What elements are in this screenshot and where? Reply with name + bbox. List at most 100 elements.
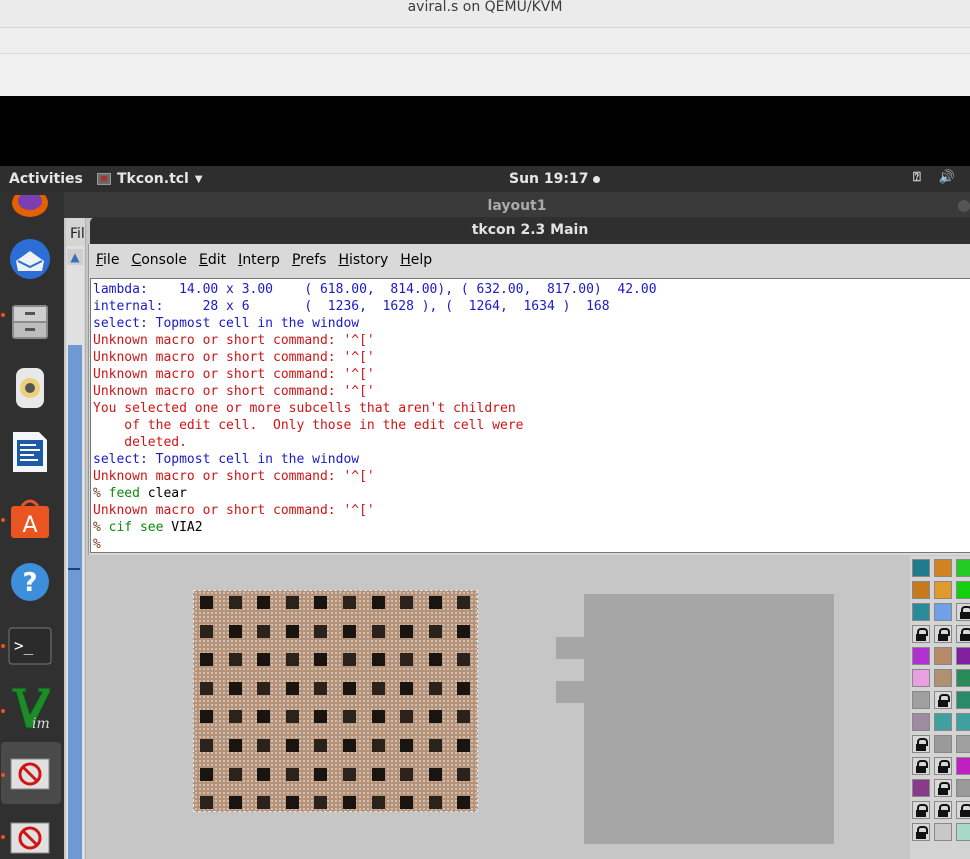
layer-swatch[interactable] (956, 757, 970, 775)
via-contact (343, 653, 356, 667)
layer-swatch[interactable] (956, 691, 970, 709)
via-contact (228, 739, 242, 752)
vim-icon[interactable]: im (8, 686, 52, 732)
terminal-icon[interactable]: >_ (8, 624, 52, 668)
layer-lock-icon[interactable] (956, 625, 970, 643)
layer-lock-icon[interactable] (934, 757, 952, 775)
host-window-title: aviral.s on QEMU/KVM (407, 0, 563, 15)
tkcon-menu-prefs[interactable]: Prefs (286, 249, 333, 273)
system-tray[interactable]: ⍰ 🔊 (913, 170, 955, 185)
tkcon-menu-file[interactable]: File (90, 249, 125, 273)
layer-lock-icon[interactable] (956, 801, 970, 819)
layer-lock-icon[interactable] (934, 779, 952, 797)
via-contact (200, 596, 213, 609)
layer-swatch[interactable] (956, 713, 970, 731)
via-contact (314, 767, 328, 781)
tkcon-menu-interp[interactable]: Interp (232, 249, 286, 273)
layer-swatch[interactable] (912, 581, 930, 599)
layer-swatch[interactable] (912, 559, 930, 577)
running-indicator (1, 773, 5, 777)
thunderbird-icon[interactable] (8, 237, 52, 281)
via-contact (257, 710, 271, 724)
app-menu[interactable]: Tkcon.tcl ▼ (97, 171, 203, 187)
clock[interactable]: Sun 19:17 (509, 171, 601, 187)
layer-swatch[interactable] (912, 669, 930, 687)
volume-icon[interactable]: 🔊 (939, 170, 955, 185)
via-contact (285, 739, 299, 752)
console-line: Unknown macro or short command: '^[' (93, 367, 375, 382)
tkcon-menu-edit[interactable]: Edit (193, 249, 232, 273)
running-indicator (1, 313, 5, 317)
layer-swatch[interactable] (912, 647, 930, 665)
writer-icon[interactable] (8, 430, 52, 474)
tkcon-console[interactable]: lambda: 14.00 x 3.00 ( 618.00, 814.00), … (90, 278, 970, 553)
via-contact (200, 624, 213, 638)
layer-lock-icon[interactable] (934, 625, 952, 643)
files-icon[interactable] (8, 300, 52, 344)
activities-button[interactable]: Activities (9, 171, 83, 187)
firefox-icon[interactable] (8, 188, 52, 232)
via-contact (457, 739, 471, 752)
software-icon[interactable]: A (8, 496, 52, 540)
via-contact (371, 796, 385, 810)
layer-lock-icon[interactable] (912, 823, 930, 841)
via-contact (228, 710, 242, 724)
console-line: Unknown macro or short command: '^[' (93, 384, 375, 399)
layer-swatch[interactable] (956, 581, 970, 599)
rhythmbox-icon[interactable] (8, 366, 52, 410)
layer-lock-icon[interactable] (934, 801, 952, 819)
magic-icon[interactable] (8, 816, 52, 859)
layout-file-menu[interactable]: Fil (70, 226, 85, 242)
via-contact (314, 796, 328, 810)
layer-swatch[interactable] (956, 779, 970, 797)
layer-swatch[interactable] (956, 669, 970, 687)
layer-swatch[interactable] (934, 559, 952, 577)
via-contact (371, 739, 385, 752)
notification-dot-icon (593, 175, 601, 183)
layer-swatch[interactable] (912, 691, 930, 709)
layer-lock-icon[interactable] (912, 625, 930, 643)
layer-lock-icon[interactable] (934, 691, 952, 709)
magic-icon[interactable] (8, 752, 52, 796)
via-contact (428, 653, 442, 667)
via-contact (257, 624, 271, 638)
layer-swatch[interactable] (912, 603, 930, 621)
layer-swatch[interactable] (912, 713, 930, 731)
console-argument: VIA2 (163, 520, 203, 535)
layer-lock-icon[interactable] (956, 603, 970, 621)
layer-swatch[interactable] (956, 823, 970, 841)
layer-swatch[interactable] (934, 603, 952, 621)
tkcon-menu-help[interactable]: Help (394, 249, 438, 273)
layout-window-titlebar[interactable]: layout1 (64, 192, 970, 218)
layer-swatch[interactable] (934, 581, 952, 599)
scrollbar-thumb[interactable] (68, 345, 82, 859)
layer-swatch[interactable] (934, 669, 952, 687)
via-contact (400, 681, 414, 695)
close-icon[interactable] (958, 200, 970, 212)
layer-swatch[interactable] (912, 779, 930, 797)
network-icon[interactable]: ⍰ (913, 170, 921, 185)
via-contact (257, 596, 271, 609)
layer-swatch[interactable] (934, 647, 952, 665)
via2-array-cell[interactable] (193, 590, 478, 812)
tkcon-menubar: File Console Edit Interp Prefs History Help (90, 249, 438, 273)
layer-swatch[interactable] (934, 713, 952, 731)
layer-swatch[interactable] (956, 647, 970, 665)
via-contact (314, 653, 328, 667)
layer-swatch[interactable] (934, 735, 952, 753)
layer-lock-icon[interactable] (912, 735, 930, 753)
layer-lock-icon[interactable] (912, 801, 930, 819)
layer-lock-icon[interactable] (912, 757, 930, 775)
metal-block[interactable] (584, 594, 834, 844)
layer-swatch[interactable] (956, 735, 970, 753)
via-contact (400, 739, 414, 752)
help-icon[interactable]: ? (8, 560, 52, 604)
tkcon-menu-console[interactable]: Console (125, 249, 193, 273)
layer-swatch[interactable] (956, 559, 970, 577)
via-contact (257, 767, 271, 781)
tkcon-titlebar[interactable]: tkcon 2.3 Main (90, 217, 970, 244)
scroll-up-arrow-icon[interactable]: ▲ (67, 249, 83, 265)
tkcon-menu-history[interactable]: History (332, 249, 394, 273)
layer-swatch[interactable] (934, 823, 952, 841)
via-contact (257, 681, 271, 695)
